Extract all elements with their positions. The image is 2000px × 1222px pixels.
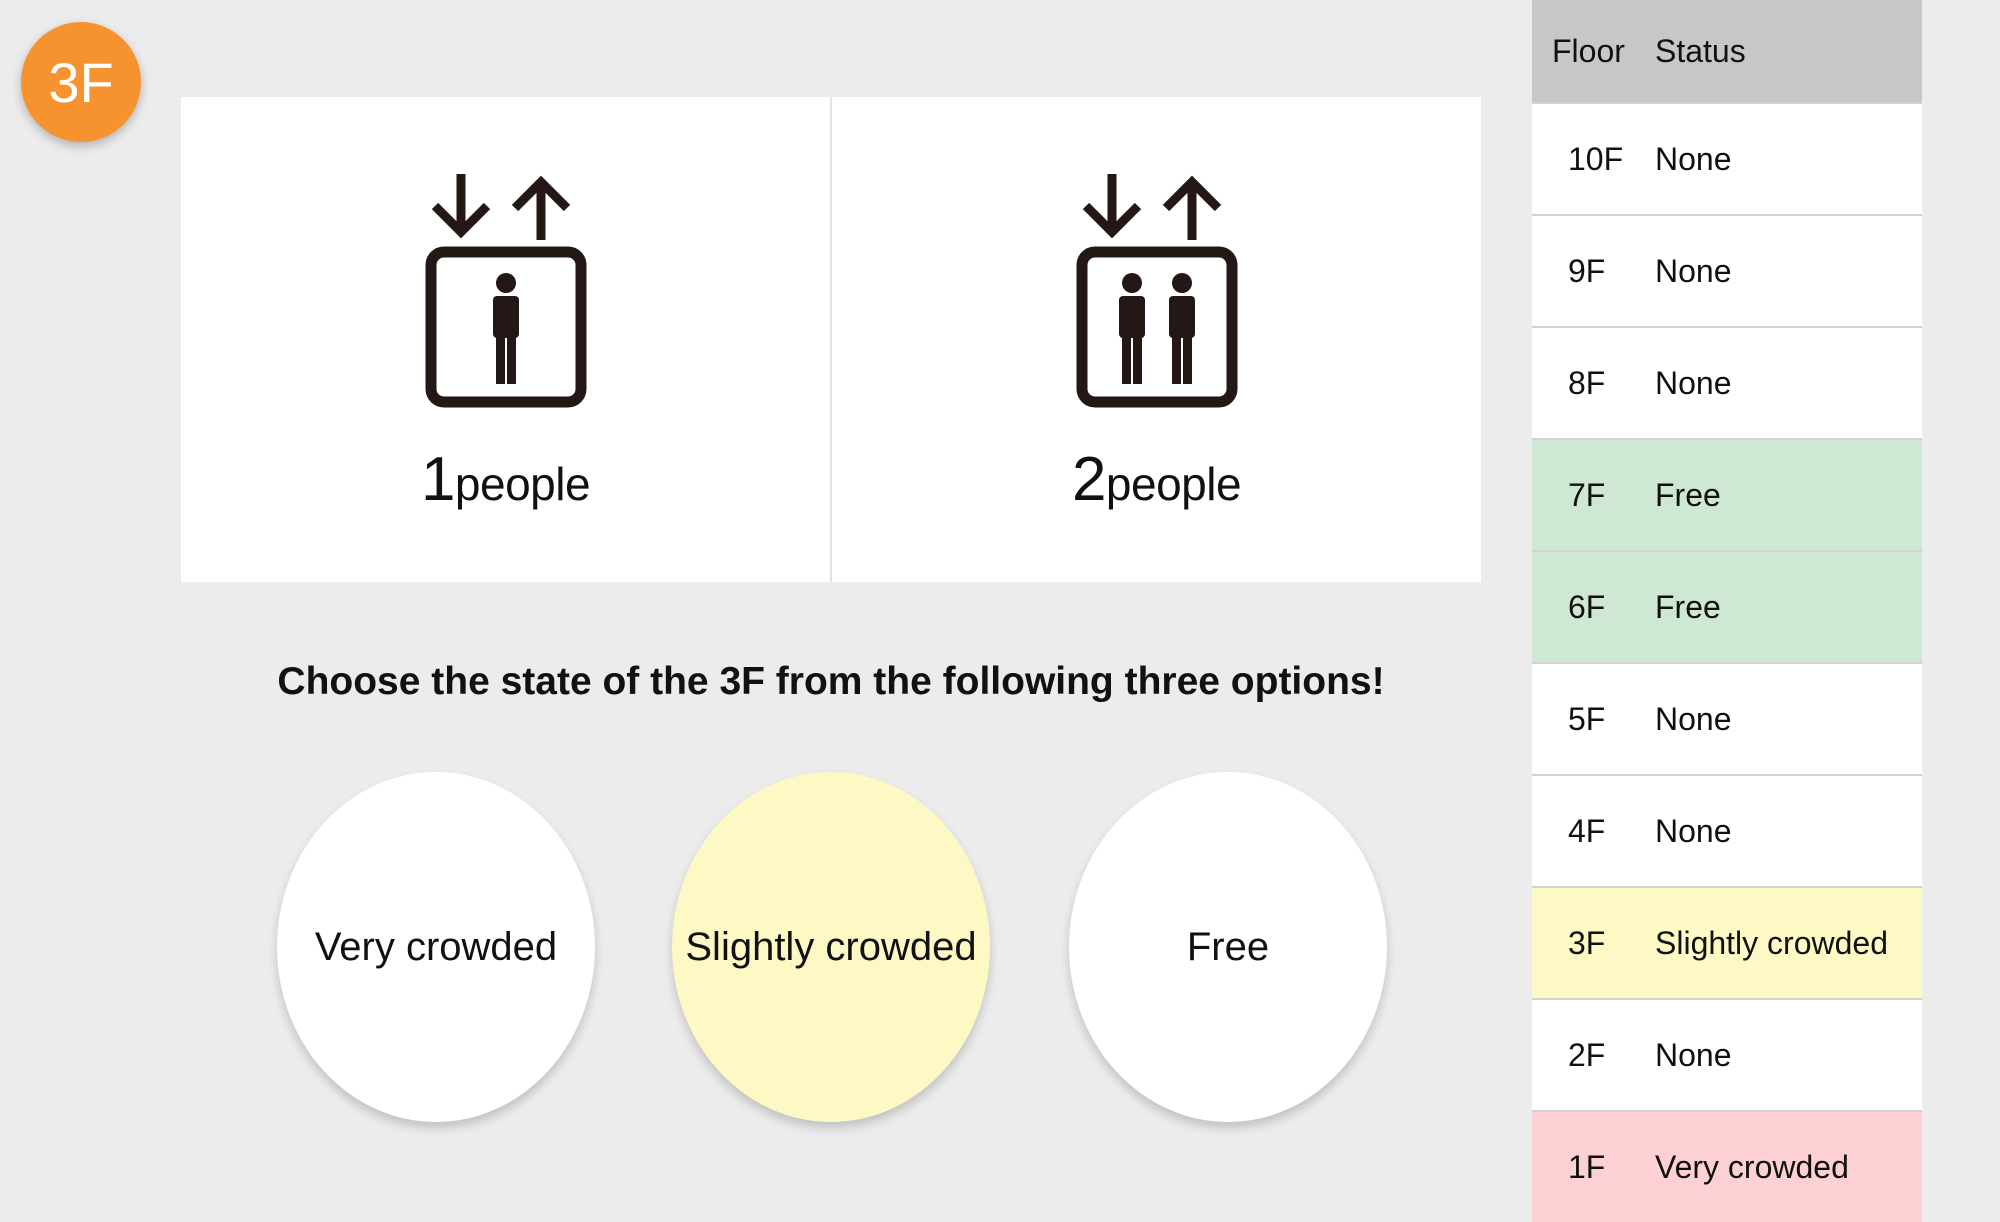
people-count-unit: people bbox=[1105, 458, 1242, 510]
option-slightly-crowded-button[interactable]: Slightly crowded bbox=[672, 772, 990, 1122]
table-row: 2F None bbox=[1532, 998, 1922, 1111]
people-count-unit: people bbox=[454, 458, 591, 510]
status-cell: None bbox=[1643, 214, 1922, 327]
floor-cell: 4F bbox=[1532, 774, 1643, 887]
table-row: 8F None bbox=[1532, 326, 1922, 439]
floor-cell: 5F bbox=[1532, 662, 1643, 775]
table-header-row: Floor Status bbox=[1532, 0, 1922, 103]
status-cell: None bbox=[1643, 662, 1922, 775]
status-column-header: Status bbox=[1643, 0, 1922, 103]
floor-cell: 8F bbox=[1532, 326, 1643, 439]
status-cell: Free bbox=[1643, 438, 1922, 551]
elevator-panel-2: 2people bbox=[830, 97, 1481, 582]
floor-cell: 2F bbox=[1532, 998, 1643, 1111]
status-cell: None bbox=[1643, 998, 1922, 1111]
floor-cell: 10F bbox=[1532, 102, 1643, 215]
prompt-text: Choose the state of the 3F from the foll… bbox=[277, 660, 1385, 703]
elevator-2-people-icon bbox=[1076, 174, 1237, 408]
table-row: 3F Slightly crowded bbox=[1532, 886, 1922, 999]
current-floor-badge: 3F bbox=[21, 22, 141, 142]
table-row: 7F Free bbox=[1532, 438, 1922, 551]
people-count-number: 2 bbox=[1071, 445, 1106, 514]
status-cell: Very crowded bbox=[1643, 1110, 1922, 1222]
floor-cell: 6F bbox=[1532, 550, 1643, 663]
elevator-panel-1: 1people bbox=[181, 97, 830, 582]
people-count-2: 2people bbox=[1071, 444, 1242, 515]
state-options: Very crowded Slightly crowded Free bbox=[0, 772, 1480, 1122]
floor-status-table: Floor Status 10F None 9F None 8F None 7F Fre… bbox=[1532, 0, 1922, 1222]
floor-cell: 7F bbox=[1532, 438, 1643, 551]
elevator-1-person-icon bbox=[425, 174, 586, 408]
floor-cell: 9F bbox=[1532, 214, 1643, 327]
status-cell: Slightly crowded bbox=[1643, 886, 1922, 999]
table-row: 4F None bbox=[1532, 774, 1922, 887]
option-very-crowded-button[interactable]: Very crowded bbox=[277, 772, 595, 1122]
table-row: 10F None bbox=[1532, 102, 1922, 215]
status-cell: Free bbox=[1643, 550, 1922, 663]
status-cell: None bbox=[1643, 102, 1922, 215]
table-row: 5F None bbox=[1532, 662, 1922, 775]
table-row: 6F Free bbox=[1532, 550, 1922, 663]
floor-cell: 1F bbox=[1532, 1110, 1643, 1222]
status-cell: None bbox=[1643, 774, 1922, 887]
floor-cell: 3F bbox=[1532, 886, 1643, 999]
elevator-panels: 1people 2people bbox=[181, 97, 1481, 582]
people-count-1: 1people bbox=[420, 444, 591, 515]
status-cell: None bbox=[1643, 326, 1922, 439]
people-count-number: 1 bbox=[420, 445, 455, 514]
floor-column-header: Floor bbox=[1532, 0, 1643, 103]
table-row: 9F None bbox=[1532, 214, 1922, 327]
option-free-button[interactable]: Free bbox=[1069, 772, 1387, 1122]
table-row: 1F Very crowded bbox=[1532, 1110, 1922, 1222]
